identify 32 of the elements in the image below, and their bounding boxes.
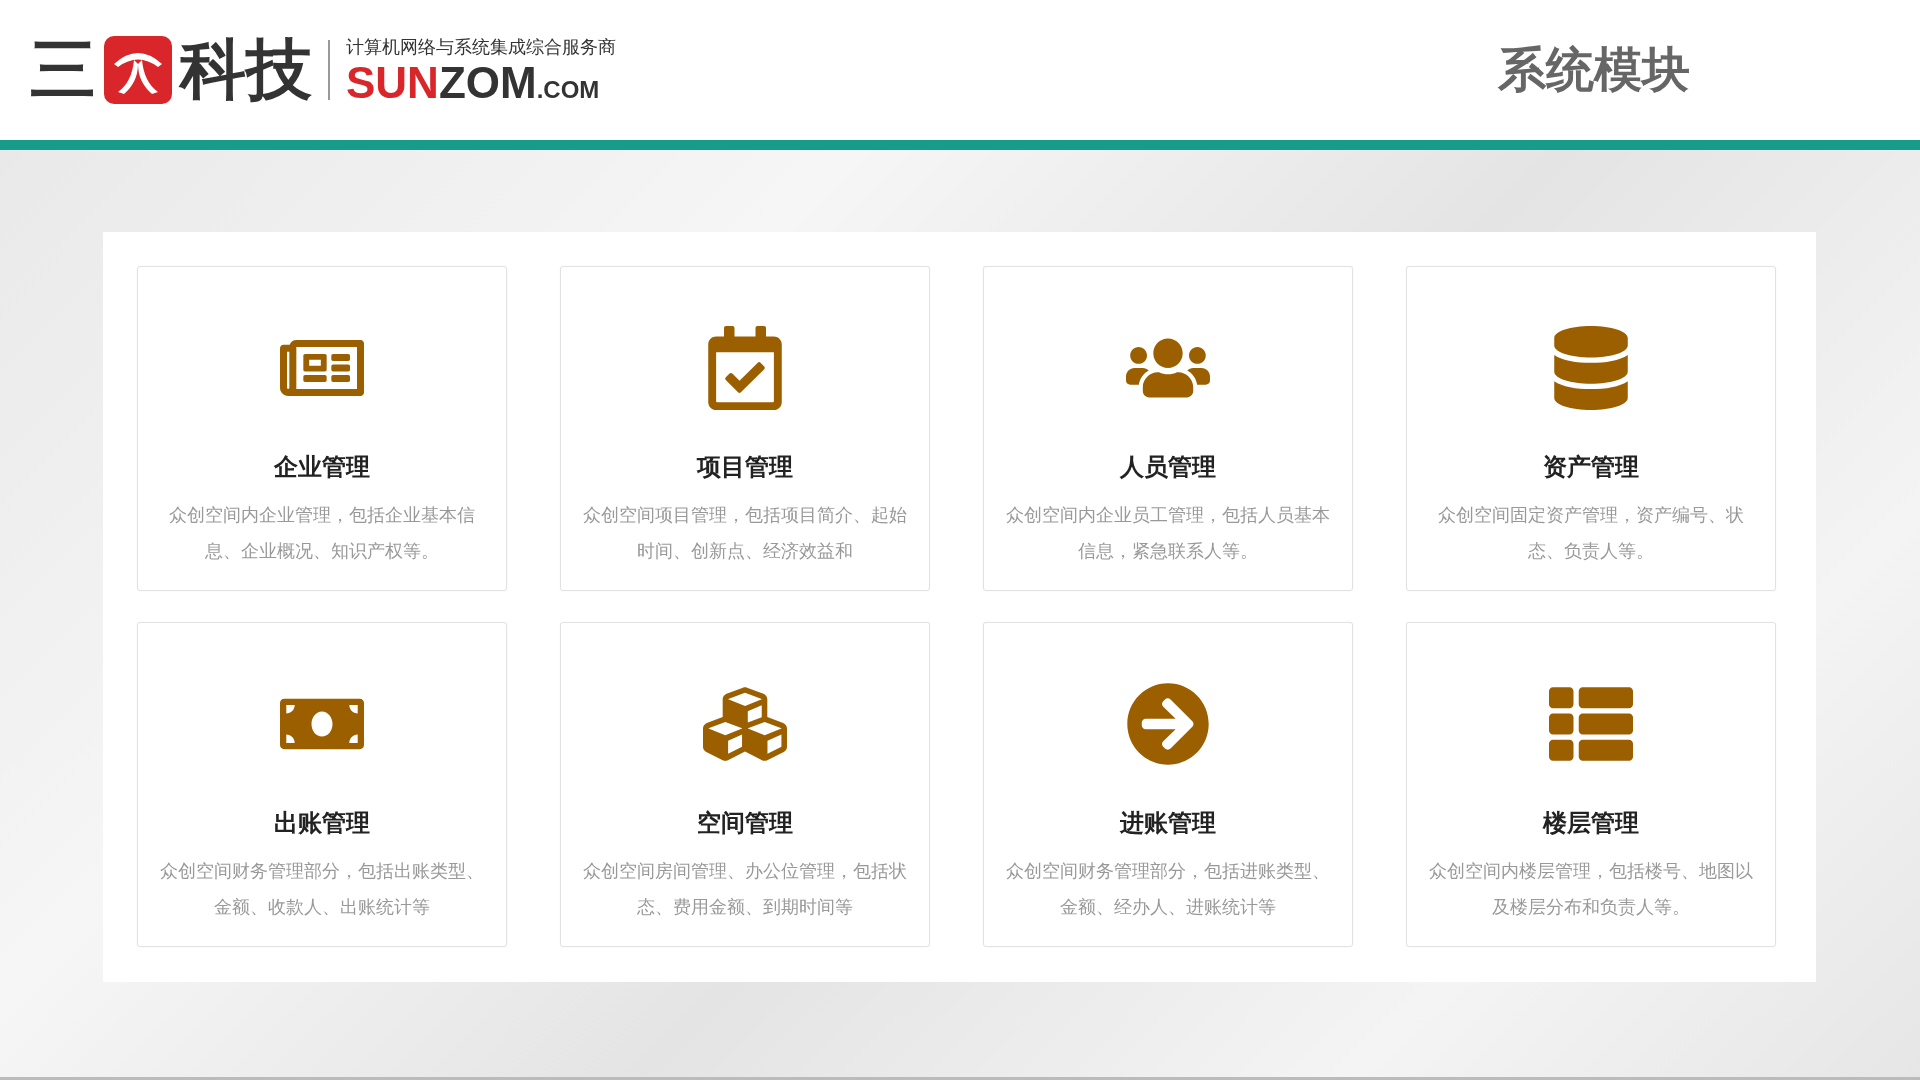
module-card[interactable]: 楼层管理 众创空间内楼层管理，包括楼号、地图以及楼层分布和负责人等。 xyxy=(1406,622,1776,947)
brand-text: ZOM xyxy=(438,61,537,105)
module-description: 众创空间财务管理部分，包括进账类型、金额、经办人、进账统计等 xyxy=(1005,859,1331,919)
logo-text: 三 xyxy=(30,37,96,103)
module-title: 空间管理 xyxy=(697,808,793,839)
module-title: 楼层管理 xyxy=(1543,808,1639,839)
page-title: 系统模块 xyxy=(1498,40,1690,99)
module-card[interactable]: 资产管理 众创空间固定资产管理，资产编号、状态、负责人等。 xyxy=(1406,266,1776,591)
module-card[interactable]: 进账管理 众创空间财务管理部分，包括进账类型、金额、经办人、进账统计等 xyxy=(983,622,1353,947)
module-card[interactable]: 出账管理 众创空间财务管理部分，包括出账类型、金额、收款人、出账统计等 xyxy=(137,622,507,947)
logo-icon xyxy=(104,36,172,104)
module-description: 众创空间内楼层管理，包括楼号、地图以及楼层分布和负责人等。 xyxy=(1428,859,1754,919)
module-title: 资产管理 xyxy=(1543,452,1639,483)
module-description: 众创空间项目管理，包括项目简介、起始时间、创新点、经济效益和 xyxy=(582,503,908,563)
module-description: 众创空间内企业员工管理，包括人员基本信息，紧急联系人等。 xyxy=(1005,503,1331,563)
module-description: 众创空间固定资产管理，资产编号、状态、负责人等。 xyxy=(1437,503,1745,563)
logo-text: 科技 xyxy=(180,37,312,103)
module-description: 众创空间内企业管理，包括企业基本信息、企业概况、知识产权等。 xyxy=(168,503,476,563)
module-title: 人员管理 xyxy=(1120,452,1216,483)
logo-tagline: 计算机网络与系统集成综合服务商 xyxy=(346,35,616,59)
module-description: 众创空间财务管理部分，包括出账类型、金额、收款人、出账统计等 xyxy=(159,859,485,919)
module-card[interactable]: 项目管理 众创空间项目管理，包括项目简介、起始时间、创新点、经济效益和 xyxy=(560,266,930,591)
module-description: 众创空间房间管理、办公位管理，包括状态、费用金额、到期时间等 xyxy=(582,859,908,919)
module-title: 出账管理 xyxy=(274,808,370,839)
module-card[interactable]: 企业管理 众创空间内企业管理，包括企业基本信息、企业概况、知识产权等。 xyxy=(137,266,507,591)
brand-domain: .COM xyxy=(536,78,600,102)
brand-text: SUN xyxy=(346,61,439,105)
module-title: 进账管理 xyxy=(1120,808,1216,839)
module-card[interactable]: 人员管理 众创空间内企业员工管理，包括人员基本信息，紧急联系人等。 xyxy=(983,266,1353,591)
module-title: 项目管理 xyxy=(697,452,793,483)
module-card[interactable]: 空间管理 众创空间房间管理、办公位管理，包括状态、费用金额、到期时间等 xyxy=(560,622,930,947)
module-title: 企业管理 xyxy=(274,452,370,483)
